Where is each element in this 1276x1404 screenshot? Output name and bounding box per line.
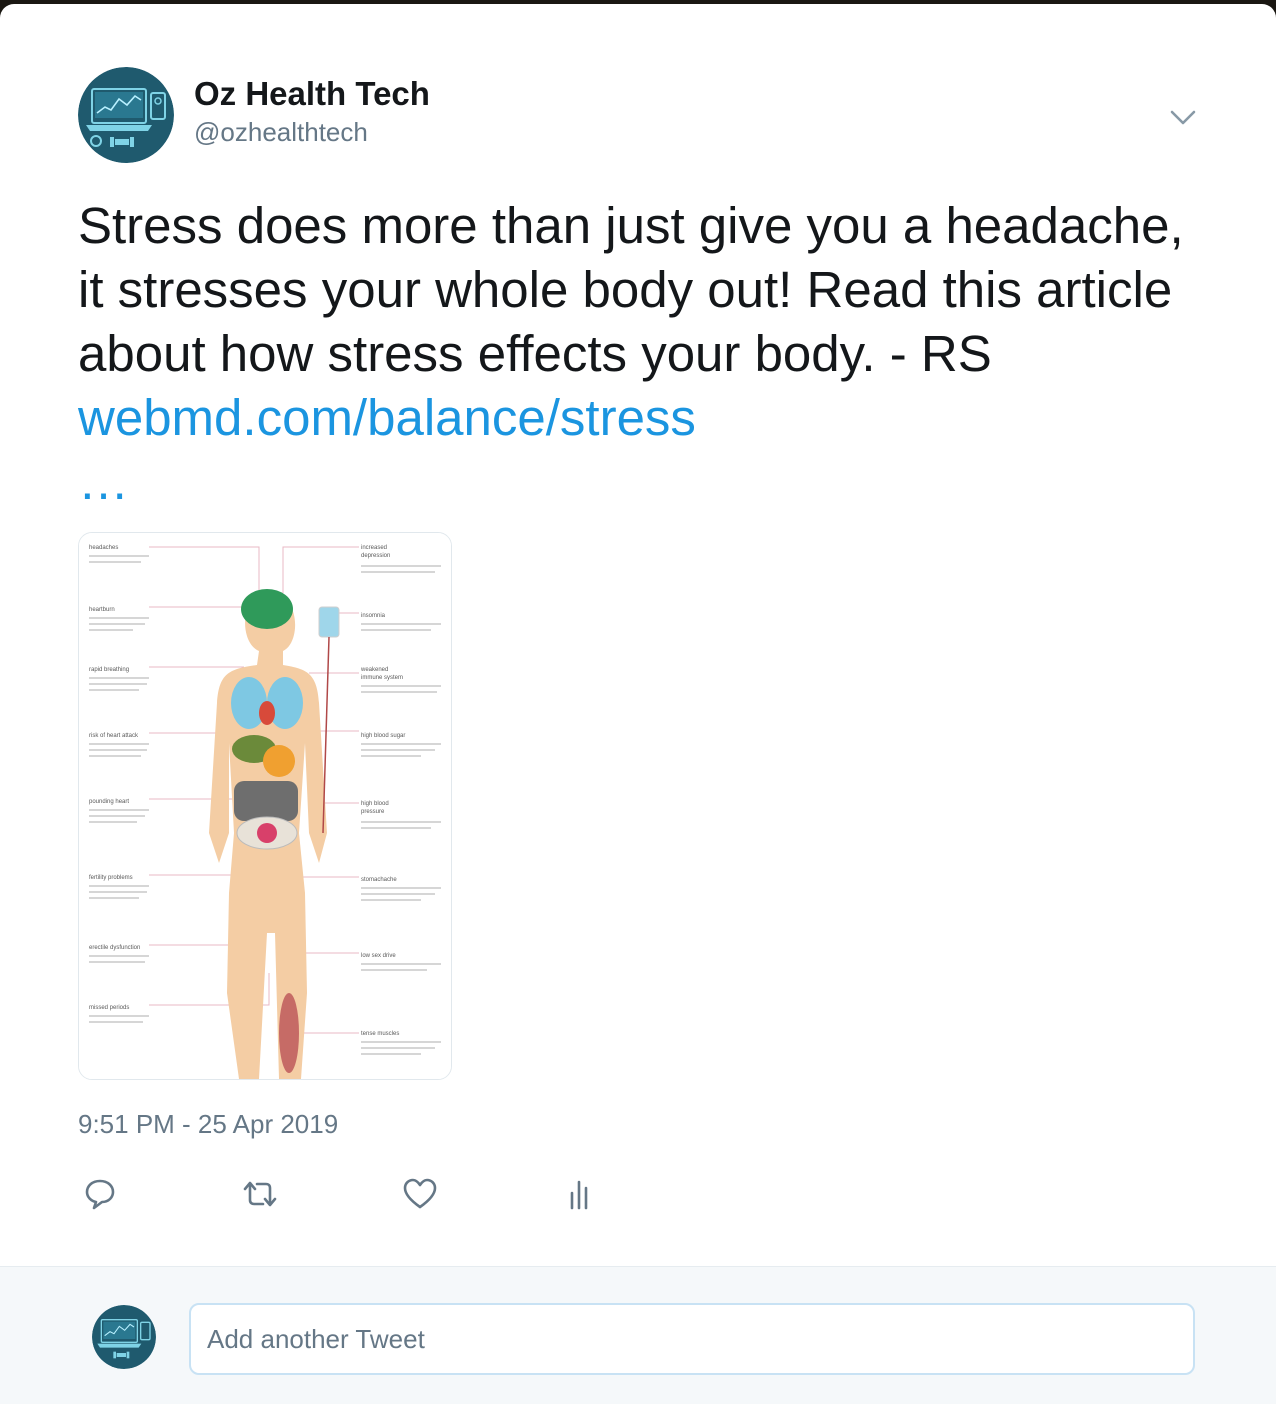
retweet-button[interactable] <box>238 1172 282 1216</box>
svg-text:pounding heart: pounding heart <box>89 799 129 805</box>
laptop-fitness-logo-icon <box>78 67 174 163</box>
chevron-down-icon <box>1170 110 1196 125</box>
analytics-icon <box>570 1180 588 1210</box>
tweet-menu-button[interactable] <box>1166 100 1200 134</box>
svg-text:insomnia: insomnia <box>361 613 386 619</box>
svg-text:depression: depression <box>361 553 390 559</box>
heart-icon <box>403 1178 437 1209</box>
author-handle[interactable]: @ozhealthtech <box>194 116 430 148</box>
author-display-name[interactable]: Oz Health Tech <box>194 74 430 114</box>
svg-text:high blood: high blood <box>361 801 389 807</box>
svg-text:stomachache: stomachache <box>361 877 397 883</box>
svg-text:risk of heart attack: risk of heart attack <box>89 733 139 739</box>
svg-text:fertility problems: fertility problems <box>89 875 133 881</box>
svg-text:pressure: pressure <box>361 809 385 815</box>
svg-text:tense muscles: tense muscles <box>361 1031 399 1037</box>
svg-text:headaches: headaches <box>89 545 118 551</box>
tweet-link-text: webmd.com/balance/stress <box>78 389 696 446</box>
retweet-icon <box>243 1181 277 1207</box>
svg-text:missed periods: missed periods <box>89 1005 129 1011</box>
svg-text:rapid breathing: rapid breathing <box>89 667 129 673</box>
tweet-link[interactable]: webmd.com/balance/stress … <box>78 389 1198 514</box>
svg-text:high blood sugar: high blood sugar <box>361 733 405 739</box>
svg-text:heartburn: heartburn <box>89 607 115 613</box>
stress-body-infographic: headaches heartburn rapid breathing risk… <box>79 533 451 1079</box>
like-button[interactable] <box>398 1172 442 1216</box>
tweet-text: Stress does more than just give you a he… <box>78 194 1198 514</box>
svg-text:erectile dysfunction: erectile dysfunction <box>89 945 140 951</box>
tweet-media-image[interactable]: headaches heartburn rapid breathing risk… <box>78 532 452 1080</box>
tweet-card: Oz Health Tech @ozhealthtech Stress does… <box>0 4 1276 1404</box>
reply-button[interactable] <box>78 1172 122 1216</box>
svg-text:weakened: weakened <box>360 667 388 673</box>
svg-text:low sex drive: low sex drive <box>361 953 396 959</box>
tweet-body-text: Stress does more than just give you a he… <box>78 197 1184 382</box>
svg-text:immune system: immune system <box>361 675 403 681</box>
laptop-fitness-logo-icon <box>92 1305 156 1369</box>
reply-bar <box>0 1266 1276 1404</box>
svg-text:increased: increased <box>361 545 387 551</box>
current-user-avatar <box>92 1305 156 1369</box>
analytics-button[interactable] <box>558 1172 602 1216</box>
tweet-actions <box>78 1172 678 1216</box>
tweet-timestamp[interactable]: 9:51 PM - 25 Apr 2019 <box>78 1108 338 1140</box>
author-avatar[interactable] <box>78 67 174 163</box>
reply-icon <box>85 1179 115 1210</box>
tweet-link-ellipsis: … <box>78 453 133 510</box>
author-info: Oz Health Tech @ozhealthtech <box>194 74 430 148</box>
add-tweet-input[interactable] <box>189 1303 1195 1375</box>
